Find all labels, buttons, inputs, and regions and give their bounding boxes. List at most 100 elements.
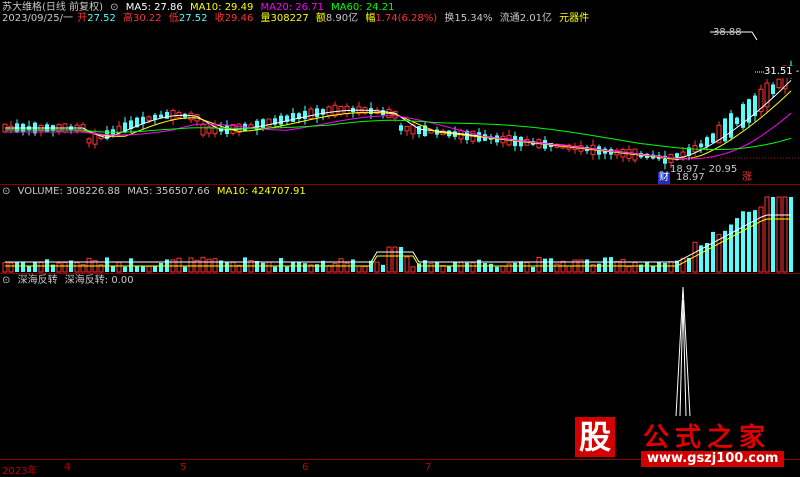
candle (21, 122, 25, 136)
candle (86, 137, 92, 148)
candle (747, 98, 751, 128)
volume-bar (729, 224, 733, 272)
candle (273, 115, 277, 127)
candle (321, 108, 325, 121)
volume-bar (404, 256, 410, 273)
x-tick-label: 7 (425, 462, 432, 473)
volume-bar (123, 266, 127, 272)
volume-bar (230, 261, 236, 273)
candle (620, 147, 626, 162)
volume-bar (129, 258, 133, 272)
volume-bar (495, 266, 499, 272)
candle (45, 122, 49, 133)
volume-bar (776, 196, 782, 273)
chart-canvas[interactable] (0, 0, 800, 474)
candle (351, 105, 355, 118)
volume-bar (597, 263, 601, 272)
volume-bar (338, 258, 344, 273)
volume-bar (465, 262, 469, 272)
volume-bar (27, 265, 31, 272)
ma-lines (5, 79, 792, 160)
candle (771, 82, 775, 98)
candle (285, 114, 289, 125)
volume-bar (549, 258, 553, 272)
x-tick-label: 2023年 (2, 466, 38, 477)
candle (236, 123, 242, 137)
volume-bar (381, 264, 385, 272)
volume-bar (657, 261, 661, 272)
volume-bar (489, 263, 493, 272)
watermark-logo: 股 公式之家 www.gszj100.com (555, 415, 795, 471)
volume-bar (266, 261, 272, 273)
volume-bar (183, 266, 187, 272)
candle (632, 148, 638, 163)
volume-bar (105, 257, 109, 272)
candle (566, 143, 572, 152)
volume-bar (2, 262, 8, 273)
candle (735, 116, 739, 127)
candle (399, 122, 403, 135)
volume-bar (524, 262, 530, 273)
volume-bar (705, 243, 709, 272)
watermark-url: www.gszj100.com (641, 451, 785, 467)
volume-bar (789, 197, 793, 272)
volume-bar (176, 257, 182, 273)
volume-bar (626, 266, 632, 273)
candle (776, 78, 782, 90)
volume-bar (141, 265, 145, 272)
volume-bar (255, 261, 259, 272)
volume-bar (782, 196, 788, 273)
candle (404, 126, 410, 136)
candle (711, 132, 715, 144)
candle (356, 101, 362, 117)
volume-bar (225, 262, 229, 272)
volume-bar (279, 257, 283, 272)
volume-bar (33, 261, 37, 272)
volume-bar (111, 266, 115, 272)
candle (741, 101, 745, 131)
volume-bar (609, 257, 613, 272)
volume-bar (632, 262, 638, 273)
volume-bar (500, 265, 506, 273)
volume-bar (273, 266, 277, 272)
x-tick-label: 4 (64, 462, 71, 473)
volume-bar (470, 262, 476, 273)
volume-bar (261, 262, 265, 272)
volume-bar (668, 261, 674, 273)
volume-bar (344, 262, 350, 273)
candle (200, 120, 206, 138)
volume-bar (513, 262, 517, 272)
volume-bar (315, 264, 319, 272)
candle (188, 110, 194, 124)
candle (489, 134, 493, 145)
volume-bar (435, 261, 439, 272)
candle (170, 108, 176, 126)
cai-badge[interactable]: 财 (658, 172, 670, 184)
volume-bar (747, 211, 751, 272)
volume-bar (603, 257, 607, 272)
candle (705, 135, 709, 151)
candle (764, 79, 770, 113)
candle (723, 118, 727, 143)
candle (483, 129, 487, 142)
ma5-line (5, 79, 792, 159)
candle (603, 146, 607, 160)
volume-bar (735, 218, 739, 272)
candle (729, 109, 733, 141)
volume-bar (159, 262, 163, 272)
volume-bar (560, 260, 566, 273)
volume-bar (291, 261, 295, 272)
zhang-badge[interactable]: 涨 (742, 172, 752, 184)
indicator-spike (675, 286, 691, 417)
candle (212, 120, 218, 138)
volume-bar (483, 263, 487, 272)
candle (159, 110, 163, 119)
volume-bar (285, 266, 289, 272)
volume-bar (332, 263, 338, 273)
candle (614, 148, 620, 160)
volume-bar (741, 211, 745, 272)
volume-bar (764, 196, 770, 273)
volume-bars (2, 196, 793, 273)
candle (176, 110, 182, 119)
volume-bar (519, 261, 523, 272)
